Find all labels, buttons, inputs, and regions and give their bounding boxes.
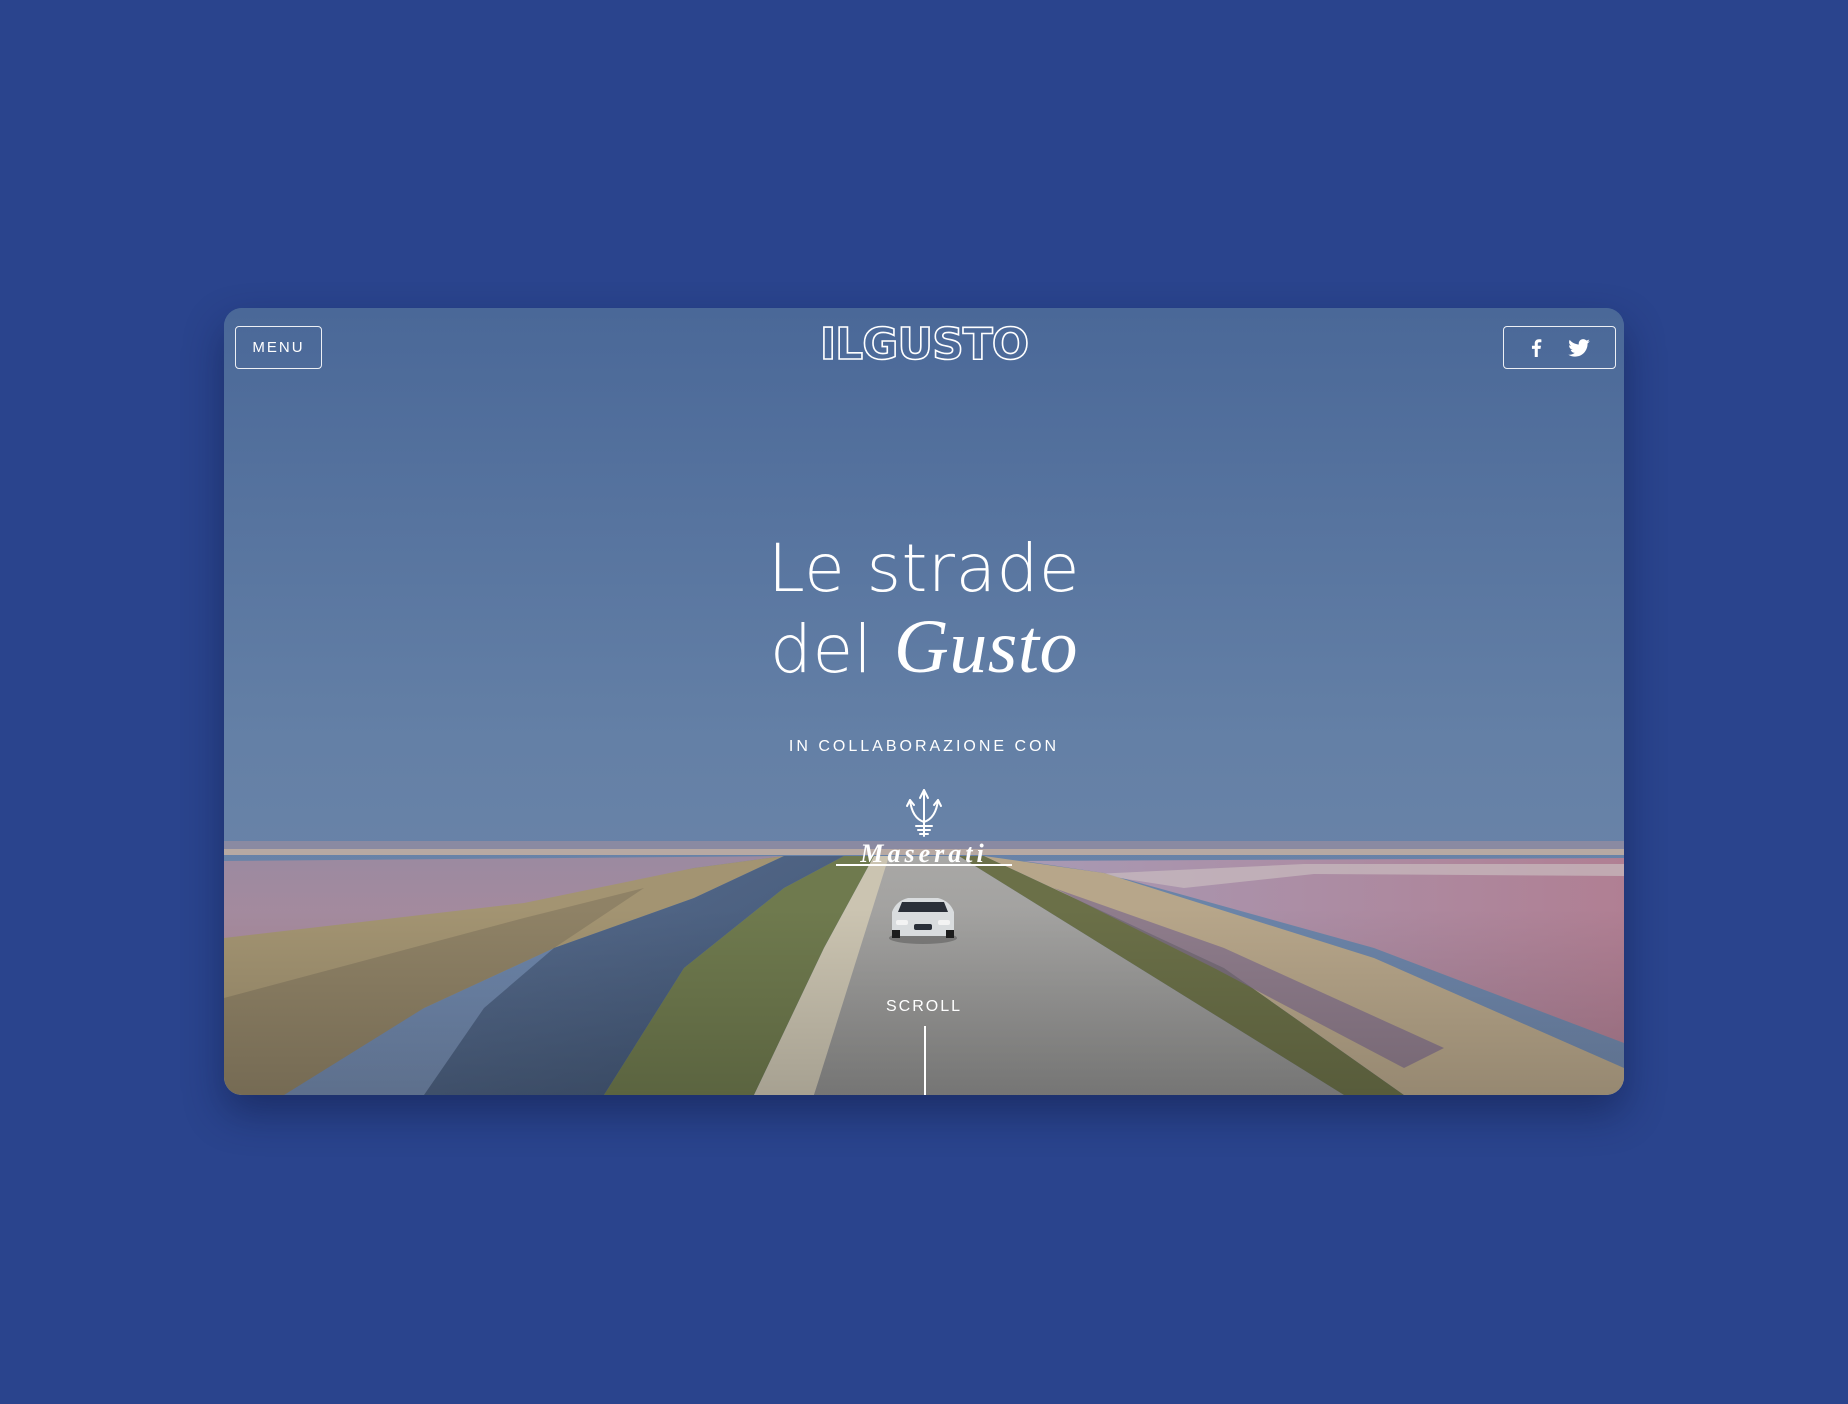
hero-title-plain: del xyxy=(770,611,873,688)
facebook-icon[interactable] xyxy=(1530,338,1542,357)
maserati-logo[interactable]: Maserati xyxy=(834,786,1014,868)
collaboration-label: IN COLLABORAZIONE CON xyxy=(788,738,1060,755)
hero-card: MENU ILGUSTO Le strade del Gusto IN COLL… xyxy=(224,308,1624,1095)
hero-title-italic: Gusto xyxy=(893,605,1078,689)
social-share-group xyxy=(1503,326,1616,369)
hero-title-line2: del Gusto xyxy=(224,608,1624,689)
hero-title: Le strade del Gusto xyxy=(224,530,1624,689)
car-graphic xyxy=(889,898,957,944)
scroll-indicator-label[interactable]: SCROLL xyxy=(224,998,1624,1016)
svg-text:ILGUSTO: ILGUSTO xyxy=(820,322,1028,366)
hero-background-image xyxy=(224,308,1624,1095)
site-logo[interactable]: ILGUSTO xyxy=(224,322,1624,371)
scroll-indicator-line xyxy=(924,1026,926,1095)
ilgusto-logo: ILGUSTO xyxy=(819,322,1029,366)
svg-text:Maserati: Maserati xyxy=(859,839,987,868)
twitter-icon[interactable] xyxy=(1567,338,1590,357)
trident-icon xyxy=(906,789,942,837)
hero-title-line1: Le strade xyxy=(767,530,1081,607)
